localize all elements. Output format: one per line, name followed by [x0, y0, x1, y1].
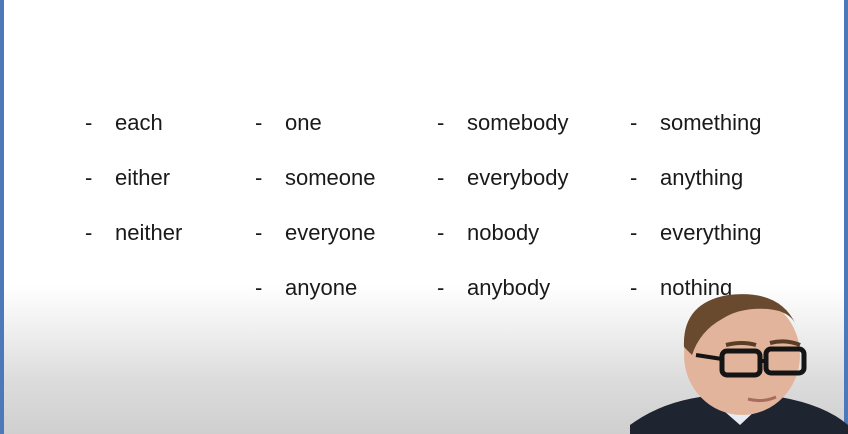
word-somebody: somebody — [467, 109, 569, 135]
list-item: - anybody — [437, 260, 569, 315]
bullet-dash: - — [255, 109, 263, 135]
word-either: either — [115, 164, 171, 190]
word-someone: someone — [285, 164, 376, 190]
list-item: - either — [85, 150, 182, 205]
bullet-dash: - — [437, 219, 445, 245]
bullet-dash: - — [437, 109, 445, 135]
column-1: - each - either - neither — [85, 95, 182, 260]
word-everyone: everyone — [285, 219, 376, 245]
bullet-dash: - — [630, 109, 638, 135]
list-item: - anyone — [255, 260, 376, 315]
word-neither: neither — [115, 219, 183, 245]
bullet-dash: - — [437, 274, 445, 300]
bullet-dash: - — [630, 164, 638, 190]
bullet-dash: - — [630, 219, 638, 245]
bullet-dash: - — [437, 164, 445, 190]
list-item: - neither — [85, 205, 182, 260]
word-everybody: everybody — [467, 164, 569, 190]
bullet-dash: - — [255, 274, 263, 300]
word-nobody: nobody — [467, 219, 540, 245]
column-2: - one - someone - everyone - anyone — [255, 95, 376, 315]
bullet-dash: - — [85, 219, 93, 245]
list-item: - each — [85, 95, 182, 150]
list-item: - somebody — [437, 95, 569, 150]
bullet-dash: - — [85, 109, 93, 135]
word-anything: anything — [660, 164, 744, 190]
presenter-webcam — [630, 294, 848, 434]
bullet-dash: - — [85, 164, 93, 190]
word-anyone: anyone — [285, 274, 358, 300]
word-one: one — [285, 109, 322, 135]
word-anybody: anybody — [467, 274, 551, 300]
word-everything: everything — [660, 219, 762, 245]
list-item: - someone — [255, 150, 376, 205]
list-item: - something — [630, 95, 762, 150]
list-item: - everybody — [437, 150, 569, 205]
list-item: - everyone — [255, 205, 376, 260]
column-4: - something - anything - everything - no… — [630, 95, 762, 315]
column-3: - somebody - everybody - nobody - anybod… — [437, 95, 569, 315]
video-frame: - each - either - neither - one - someon… — [0, 0, 848, 434]
word-something: something — [660, 109, 762, 135]
bullet-dash: - — [255, 219, 263, 245]
list-item: - one — [255, 95, 376, 150]
list-item: - nobody — [437, 205, 569, 260]
bullet-dash: - — [255, 164, 263, 190]
list-item: - anything — [630, 150, 762, 205]
list-item: - everything — [630, 205, 762, 260]
word-each: each — [115, 109, 163, 135]
